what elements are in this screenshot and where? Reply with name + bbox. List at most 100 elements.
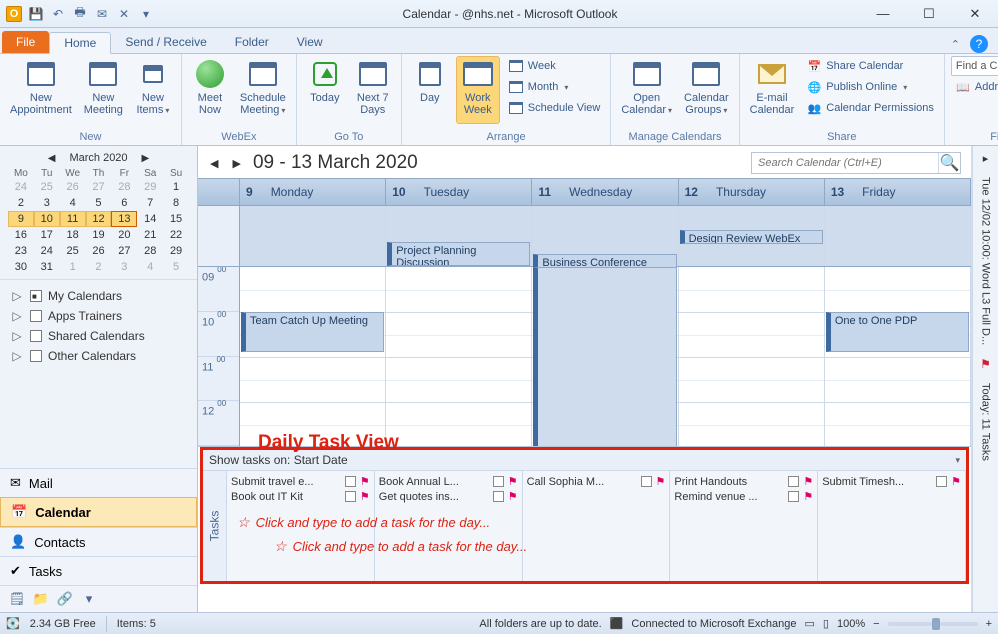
day-cell[interactable]: 27 <box>111 243 137 259</box>
day-cell[interactable]: 1 <box>60 259 86 275</box>
day-cell[interactable]: 19 <box>86 227 112 243</box>
day-cell[interactable]: 10 <box>34 211 60 227</box>
search-input[interactable] <box>752 157 938 169</box>
date-navigator[interactable]: ◀ March 2020 ▶ MoTuWeThFrSaSu 2425262728… <box>0 146 197 279</box>
day-cell[interactable]: 26 <box>86 243 112 259</box>
task-col[interactable]: Print Handouts⚑Remind venue ...⚑ <box>670 471 818 581</box>
twisty-icon[interactable]: ▷ <box>10 309 24 323</box>
task-row[interactable]: Get quotes ins...⚑ <box>379 489 518 504</box>
calendar-permissions-button[interactable]: 👥Calendar Permissions <box>802 98 938 118</box>
file-tab[interactable]: File <box>2 31 49 53</box>
day-cell[interactable]: 25 <box>34 179 60 195</box>
month-button[interactable]: Month▾ <box>504 77 605 97</box>
task-col[interactable]: Call Sophia M...⚑ <box>523 471 671 581</box>
task-row[interactable]: Print Handouts⚑ <box>674 474 813 489</box>
nav-config-icon[interactable]: ▾ <box>80 590 98 608</box>
qat-dropdown-icon[interactable]: ▾ <box>138 6 154 22</box>
flag-icon[interactable]: ⚑ <box>803 475 813 488</box>
new-items-button[interactable]: New Items▾ <box>131 56 175 124</box>
day-cell[interactable]: 2 <box>8 195 34 211</box>
task-checkbox[interactable] <box>788 476 799 487</box>
day-cell[interactable]: 26 <box>60 179 86 195</box>
day-cell[interactable]: 27 <box>86 179 112 195</box>
checkbox[interactable] <box>30 330 42 342</box>
day-header[interactable]: 9Monday <box>240 179 386 205</box>
checkbox[interactable] <box>30 290 42 302</box>
find-contact-input[interactable]: Find a Contact▾ <box>951 56 998 76</box>
tasks-header[interactable]: Show tasks on: Start Date ▾ <box>203 450 966 471</box>
share-calendar-button[interactable]: 📅Share Calendar <box>802 56 938 76</box>
day-cell[interactable]: 4 <box>60 195 86 211</box>
day-header[interactable]: 12Thursday <box>679 179 825 205</box>
day-cell[interactable]: 16 <box>8 227 34 243</box>
day-cell[interactable]: 22 <box>163 227 189 243</box>
prev-month-icon[interactable]: ◀ <box>40 153 64 164</box>
undo-icon[interactable]: ↶ <box>50 6 66 22</box>
day-cell[interactable]: 1 <box>163 179 189 195</box>
tasks-header-dropdown-icon[interactable]: ▾ <box>955 455 960 466</box>
grid-col[interactable]: One to One PDP <box>825 267 971 446</box>
task-checkbox[interactable] <box>345 491 356 502</box>
day-cell[interactable]: 8 <box>163 195 189 211</box>
zoom-out-icon[interactable]: − <box>873 618 879 630</box>
address-book-button[interactable]: 📖Address Book <box>951 77 998 97</box>
flag-icon[interactable]: ⚑ <box>508 490 518 503</box>
zoom-in-icon[interactable]: + <box>986 618 992 630</box>
task-row[interactable]: Book Annual L...⚑ <box>379 474 518 489</box>
day-cell[interactable]: 6 <box>111 195 137 211</box>
day-cell[interactable]: 2 <box>86 259 112 275</box>
next-week-icon[interactable]: ▶ <box>230 157 242 170</box>
day-cell[interactable]: 18 <box>60 227 86 243</box>
grid-col[interactable] <box>532 267 678 446</box>
flag-icon[interactable]: ⚑ <box>951 475 961 488</box>
task-checkbox[interactable] <box>345 476 356 487</box>
day-cell[interactable]: 28 <box>111 179 137 195</box>
minimize-button[interactable]: — <box>860 0 906 28</box>
day-cell[interactable]: 29 <box>163 243 189 259</box>
grid-col[interactable] <box>386 267 532 446</box>
time-grid[interactable]: 09 0010 0011 0012 00 Team Catch Up Meeti… <box>198 267 971 447</box>
save-icon[interactable]: 💾 <box>28 6 44 22</box>
day-cell[interactable]: 23 <box>8 243 34 259</box>
send-receive-icon[interactable]: ✉ <box>94 6 110 22</box>
twisty-icon[interactable]: ▷ <box>10 349 24 363</box>
day-cell[interactable]: 24 <box>34 243 60 259</box>
flag-icon[interactable]: ⚑ <box>803 490 813 503</box>
calendar-group-item[interactable]: ▷Other Calendars <box>4 346 193 366</box>
task-checkbox[interactable] <box>641 476 652 487</box>
task-checkbox[interactable] <box>493 476 504 487</box>
todo-expand-icon[interactable]: ▸ <box>983 152 989 165</box>
schedule-meeting-button[interactable]: Schedule Meeting▾ <box>236 56 290 124</box>
next7days-button[interactable]: Next 7 Days <box>351 56 395 124</box>
tab-send-receive[interactable]: Send / Receive <box>111 31 220 53</box>
new-appointment-button[interactable]: New Appointment <box>6 56 76 124</box>
nav-calendar[interactable]: 📅Calendar <box>0 497 197 527</box>
day-cell[interactable]: 7 <box>137 195 163 211</box>
day-cell[interactable]: 15 <box>163 211 189 227</box>
view-normal-icon[interactable]: ▭ <box>805 617 815 630</box>
tab-view[interactable]: View <box>283 31 337 53</box>
day-cell[interactable]: 14 <box>137 211 163 227</box>
task-checkbox[interactable] <box>788 491 799 502</box>
task-row[interactable]: Submit travel e...⚑ <box>231 474 370 489</box>
shortcuts-icon[interactable]: 🔗 <box>56 590 74 608</box>
add-task-prompt[interactable]: ☆Click and type to add a task for the da… <box>231 510 496 535</box>
calendar-group-item[interactable]: ▷Apps Trainers <box>4 306 193 326</box>
todo-next-appt[interactable]: Tue 12/02 10:00: Word L3 Full D... <box>980 171 992 351</box>
flag-icon[interactable]: ⚑ <box>360 490 370 503</box>
email-calendar-button[interactable]: E-mail Calendar <box>746 56 799 124</box>
day-cell[interactable]: 3 <box>34 195 60 211</box>
flag-icon[interactable]: ⚑ <box>656 475 666 488</box>
schedule-view-button[interactable]: Schedule View <box>504 98 605 118</box>
day-cell[interactable]: 21 <box>137 227 163 243</box>
twisty-icon[interactable]: ▷ <box>10 329 24 343</box>
today-button[interactable]: Today <box>303 56 347 124</box>
appt-team-catchup[interactable]: Team Catch Up Meeting <box>241 312 384 352</box>
open-calendar-button[interactable]: Open Calendar▾ <box>617 56 676 124</box>
day-button[interactable]: Day <box>408 56 452 124</box>
day-cell[interactable]: 28 <box>137 243 163 259</box>
tab-home[interactable]: Home <box>49 32 111 54</box>
checkbox[interactable] <box>30 350 42 362</box>
day-cell[interactable]: 20 <box>111 227 137 243</box>
day-cell[interactable]: 5 <box>163 259 189 275</box>
